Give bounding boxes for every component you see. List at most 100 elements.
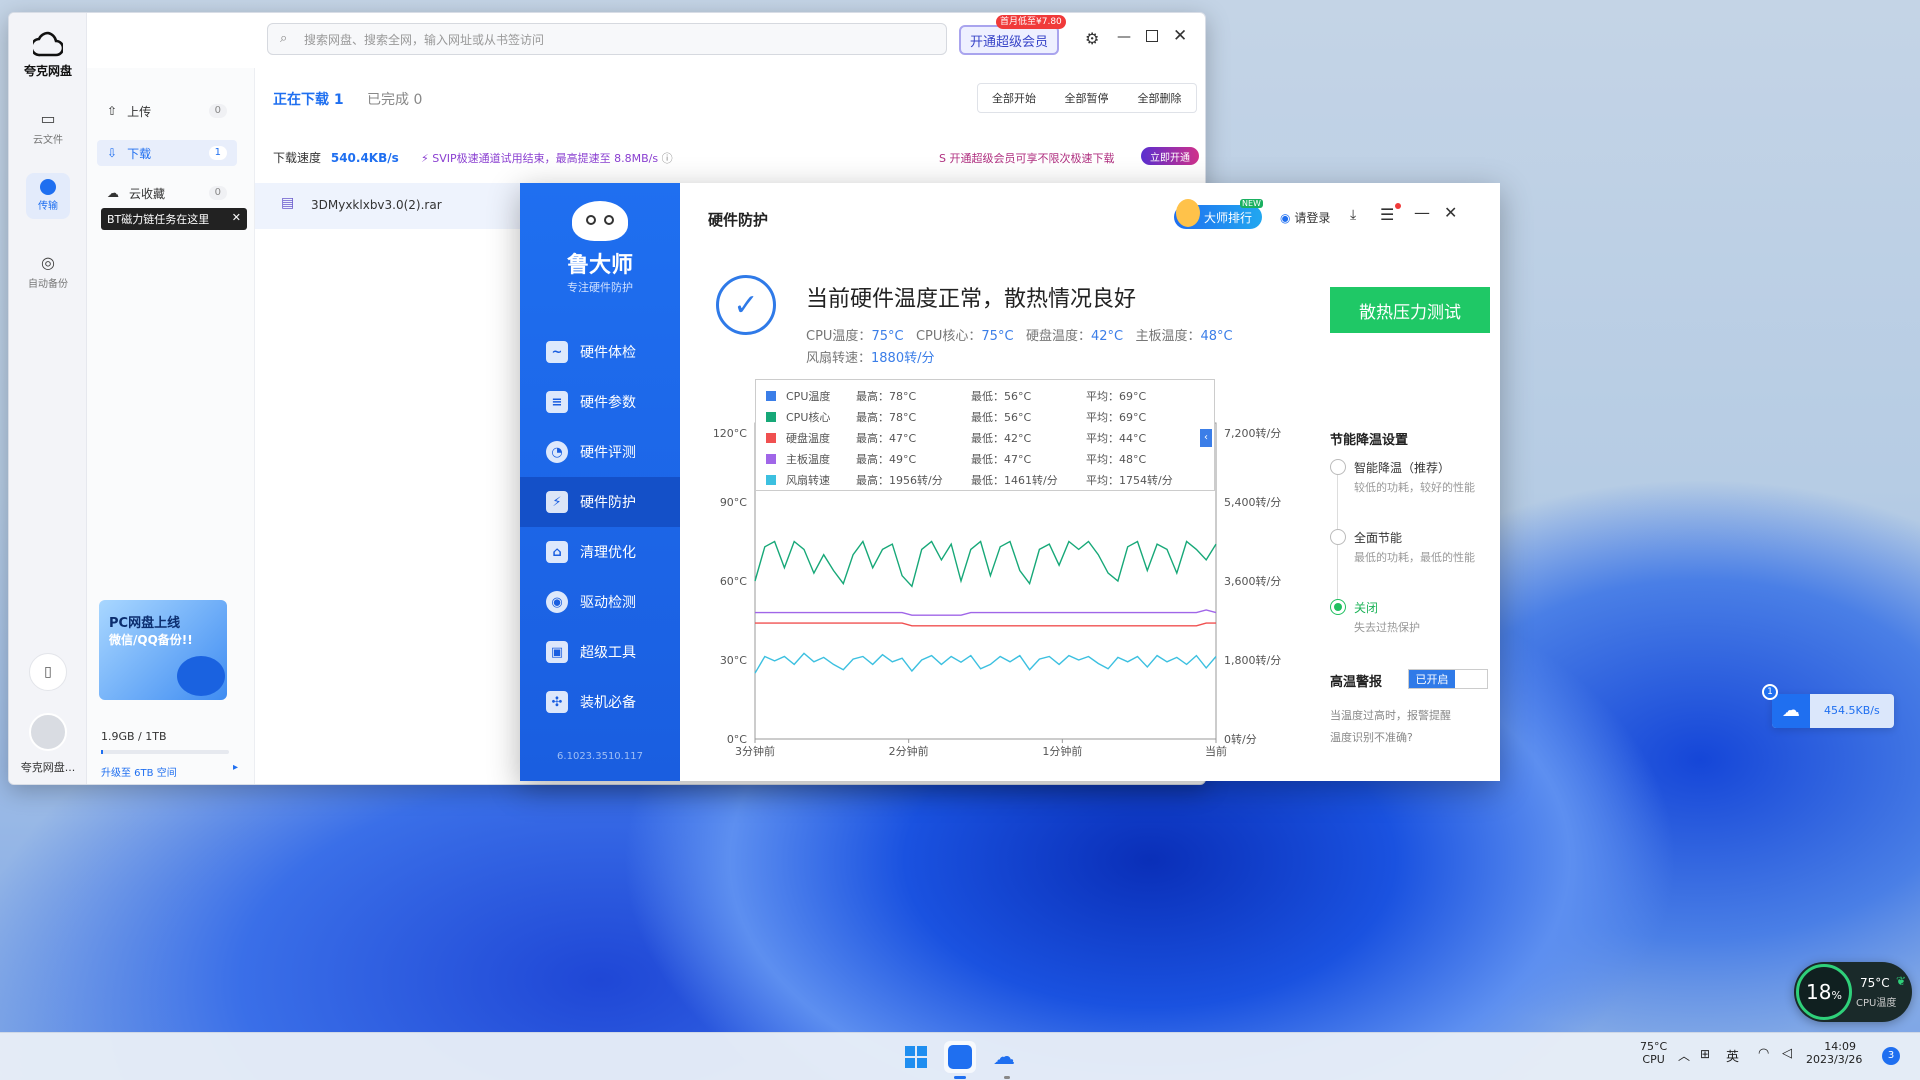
tray-cpu-temp[interactable]: 75°C CPU: [1640, 1040, 1667, 1066]
legend-row[interactable]: CPU温度 最高：78°C 最低：56°C 平均：69°C: [766, 386, 1206, 406]
nav-essentials[interactable]: ✣ 装机必备: [520, 677, 680, 727]
notification-dot: [1395, 203, 1401, 209]
maximize-button[interactable]: [1146, 30, 1158, 42]
help-icon[interactable]: ⓘ: [662, 152, 673, 165]
user-name: 夸克网盘...: [20, 761, 76, 774]
archive-icon: ▤: [281, 195, 295, 211]
series-line: [755, 622, 1216, 627]
stress-test-button[interactable]: 散热压力测试: [1330, 287, 1490, 333]
legend-row[interactable]: 硬盘温度 最高：47°C 最低：42°C 平均：44°C: [766, 428, 1206, 448]
close-button[interactable]: ✕: [1444, 203, 1457, 222]
gauge-icon: ◔: [546, 441, 568, 463]
temp-accuracy-link[interactable]: 温度识别不准确?: [1330, 729, 1413, 745]
promo-banner[interactable]: PC网盘上线 微信/QQ备份!!: [99, 600, 227, 700]
quark-logo: 夸克网盘: [9, 31, 87, 79]
download-icon[interactable]: ⤓: [1350, 207, 1356, 223]
upgrade-link[interactable]: 升级至 6TB 空间: [101, 764, 177, 779]
y-right-tick-label: 7,200转/分: [1224, 426, 1281, 440]
running-indicator: [1004, 1076, 1010, 1079]
start-all-button[interactable]: 全部开始: [977, 83, 1051, 113]
tab-completed[interactable]: 已完成 0: [367, 89, 422, 109]
sidebar-item-upload[interactable]: ⇧ 上传 0: [97, 98, 237, 124]
delete-all-button[interactable]: 全部删除: [1123, 83, 1197, 113]
open-now-button[interactable]: 立即开通: [1141, 147, 1199, 165]
avatar[interactable]: [29, 713, 67, 751]
vip-button[interactable]: 开通超级会员: [959, 25, 1059, 55]
minimize-button[interactable]: —: [1117, 29, 1131, 45]
phone-icon[interactable]: ▯: [29, 653, 67, 691]
cpu-monitor-widget[interactable]: 18% 75°C ❦ CPU温度: [1794, 962, 1912, 1022]
transfer-icon: [40, 179, 56, 195]
nav-hardware-check[interactable]: ~ 硬件体检: [520, 327, 680, 377]
radio-off[interactable]: [1330, 599, 1346, 615]
nav-cleanup[interactable]: ⌂ 清理优化: [520, 527, 680, 577]
chevron-right-icon[interactable]: ▸: [233, 762, 238, 773]
quark-nav-rail: 夸克网盘 ▭ 云文件 传输 ◎ 自动备份 ▯ 夸克网盘...: [9, 13, 87, 784]
option-desc: 较低的功耗，较好的性能: [1354, 481, 1475, 494]
close-button[interactable]: ✕: [1173, 26, 1187, 46]
alarm-title: 高温警报: [1330, 675, 1383, 690]
legend-row[interactable]: CPU核心 最高：78°C 最低：56°C 平均：69°C: [766, 407, 1206, 427]
driver-icon: ◉: [546, 591, 568, 613]
status-title: 当前硬件温度正常，散热情况良好: [806, 287, 1137, 312]
rail-transfer[interactable]: 传输: [9, 173, 87, 219]
rail-cloud-files[interactable]: ▭ 云文件: [9, 109, 87, 146]
menu-icon[interactable]: ☰: [1380, 205, 1394, 224]
folder-icon: ▭: [40, 109, 56, 128]
clock[interactable]: 14:09 2023/3/26: [1806, 1040, 1862, 1066]
nav-hardware-benchmark[interactable]: ◔ 硬件评测: [520, 427, 680, 477]
radio-full-energy-saving[interactable]: [1330, 529, 1346, 545]
legend-swatch: [766, 391, 776, 401]
alarm-toggle[interactable]: 已开启: [1408, 669, 1488, 689]
language-indicator[interactable]: 英: [1726, 1046, 1739, 1065]
toolbox-icon: ▣: [546, 641, 568, 663]
nav-super-tools[interactable]: ▣ 超级工具: [520, 627, 680, 677]
start-button[interactable]: [900, 1041, 932, 1073]
sidebar-item-cloud-collect[interactable]: ☁ 云收藏 0: [97, 180, 237, 206]
quark-logo-icon: [30, 31, 65, 57]
rail-auto-backup[interactable]: ◎ 自动备份: [9, 253, 87, 290]
settings-icon[interactable]: ⚙: [1085, 29, 1099, 48]
option-label: 智能降温（推荐）: [1354, 461, 1451, 475]
legend-swatch: [766, 475, 776, 485]
legend-row[interactable]: 主板温度 最高：49°C 最低：47°C 平均：48°C: [766, 449, 1206, 469]
radio-smart-cooling[interactable]: [1330, 459, 1346, 475]
transfer-floating-widget[interactable]: ☁ 454.5KB/s: [1772, 694, 1894, 728]
collapse-legend-button[interactable]: ‹: [1200, 429, 1212, 447]
nav-driver-check[interactable]: ◉ 驱动检测: [520, 577, 680, 627]
broom-icon: ⌂: [546, 541, 568, 563]
taskbar-ludashi[interactable]: [944, 1041, 976, 1073]
monitor-icon: ~: [546, 341, 568, 363]
upload-icon: ⇧: [107, 104, 118, 118]
y-tick-label: 30°C: [720, 654, 747, 667]
quark-brand: 夸克网盘: [23, 64, 72, 78]
banner-art: [177, 656, 225, 696]
sidebar-item-download[interactable]: ⇩ 下载 1: [97, 140, 237, 166]
nav-hardware-protect[interactable]: ⚡ 硬件防护: [520, 477, 680, 527]
input-method-icon[interactable]: ⊞: [1700, 1047, 1710, 1061]
notification-badge[interactable]: 3: [1882, 1047, 1900, 1065]
y-right-tick-label: 3,600转/分: [1224, 574, 1281, 588]
tab-downloading[interactable]: 正在下载 1: [273, 89, 344, 109]
chevron-up-icon[interactable]: ︿: [1678, 1047, 1690, 1064]
new-badge: NEW: [1240, 199, 1263, 208]
tooltip-close-icon[interactable]: ✕: [232, 211, 241, 224]
search-input[interactable]: ⌕ 搜索网盘、搜索全网，输入网址或从书签访问: [267, 23, 947, 55]
series-line: [754, 540, 1217, 588]
ranking-button[interactable]: 大师排行: [1174, 199, 1262, 229]
apps-icon: ✣: [546, 691, 568, 713]
leaf-icon: ❦: [1896, 974, 1907, 988]
legend-row[interactable]: 风扇转速 最高：1956转/分 最低：1461转/分 平均：1754转/分: [766, 470, 1206, 490]
svip-notice: ⚡ SVIP极速通道试用结束，最高提速至 8.8MB/s ⓘ: [421, 152, 673, 165]
widget-speed: 454.5KB/s: [1824, 704, 1880, 717]
user-icon: ◉: [1280, 211, 1291, 225]
volume-icon[interactable]: ◁: [1782, 1046, 1792, 1061]
option-desc: 最低的功耗，最低的性能: [1354, 551, 1475, 564]
login-link[interactable]: ◉ 请登录: [1280, 209, 1330, 226]
pause-all-button[interactable]: 全部暂停: [1050, 83, 1124, 113]
nav-hardware-params[interactable]: ≡ 硬件参数: [520, 377, 680, 427]
wifi-icon[interactable]: ◠: [1758, 1046, 1769, 1061]
taskbar-quark[interactable]: ☁: [988, 1041, 1020, 1073]
option-desc: 失去过热保护: [1354, 621, 1420, 634]
minimize-button[interactable]: —: [1414, 203, 1430, 222]
